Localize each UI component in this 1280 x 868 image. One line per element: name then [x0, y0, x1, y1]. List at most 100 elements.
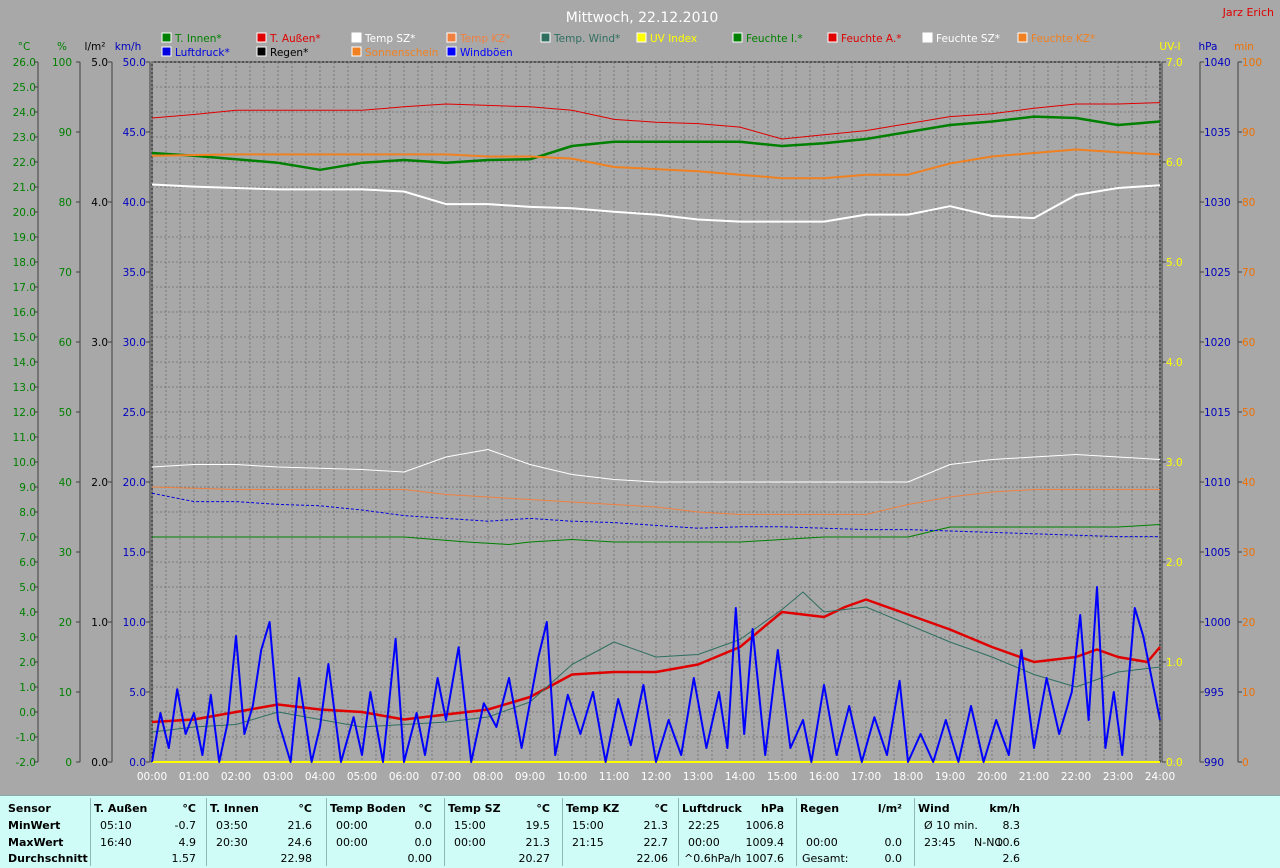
- wind-tick-label: 45.0: [123, 127, 146, 139]
- summary-max-time: 23:45: [924, 836, 956, 849]
- sunshine-tick-label: 30: [1242, 547, 1255, 559]
- x-tick-label: 07:00: [431, 771, 461, 783]
- summary-title: Wind: [918, 802, 950, 815]
- summary-separator: [326, 798, 327, 866]
- summary-separator: [914, 798, 915, 866]
- summary-max-time: 21:15: [572, 836, 604, 849]
- uv-tick-label: 2.0: [1166, 557, 1183, 569]
- uv-tick-label: 3.0: [1166, 457, 1183, 469]
- legend-swatch: [732, 32, 743, 43]
- summary-group: Temp Boden °C 00:00 0.0 00:00 0.0 0.00: [328, 796, 442, 868]
- temp-tick-label: 21.0: [13, 182, 36, 194]
- x-tick-label: 24:00: [1145, 771, 1175, 783]
- uv-tick-label: 6.0: [1166, 157, 1183, 169]
- chart-legend: T. Innen* T. Außen* Temp SZ* Temp KZ* Temp. …: [161, 32, 1095, 59]
- legend-label: Regen*: [270, 47, 308, 59]
- summary-min-time: 05:10: [100, 819, 132, 832]
- x-tick-label: 19:00: [935, 771, 965, 783]
- x-tick-label: 05:00: [347, 771, 377, 783]
- temp-tick-label: 16.0: [13, 307, 36, 319]
- temp-tick-label: 18.0: [13, 257, 36, 269]
- humidity-tick-label: 60: [59, 337, 72, 349]
- summary-avg-value: 0.00: [407, 852, 433, 865]
- humidity-tick-label: 90: [59, 127, 72, 139]
- wind-tick-label: 30.0: [123, 337, 146, 349]
- summary-title: T. Innen: [210, 802, 259, 815]
- summary-unit: l/m²: [877, 802, 902, 815]
- uv-axis-unit: UV-I: [1159, 41, 1180, 53]
- rain-tick-label: 1.0: [91, 617, 108, 629]
- legend-label: Sonnenschein: [365, 47, 438, 59]
- summary-avg-value: 22.98: [280, 852, 313, 865]
- summary-unit: hPa: [760, 802, 784, 815]
- legend-label: Feuchte I.*: [746, 33, 803, 45]
- x-tick-label: 15:00: [767, 771, 797, 783]
- pressure-tick-label: 1020: [1204, 337, 1231, 349]
- legend-swatch: [1017, 32, 1028, 43]
- summary-min-value: -0.7: [174, 819, 196, 832]
- temp-tick-label: 23.0: [13, 132, 36, 144]
- temp-tick-label: 12.0: [13, 407, 36, 419]
- summary-label-avg: Durchschnitt: [8, 852, 88, 865]
- pressure-axis-unit: hPa: [1199, 41, 1218, 53]
- summary-max-time: 00:00: [454, 836, 486, 849]
- wind-tick-label: 50.0: [123, 57, 146, 69]
- summary-unit: °C: [298, 802, 312, 815]
- temp-tick-label: 13.0: [13, 382, 36, 394]
- temp-tick-label: 9.0: [19, 482, 36, 494]
- temp-tick-label: 2.0: [19, 657, 36, 669]
- sunshine-tick-label: 80: [1242, 197, 1255, 209]
- legend-swatch: [636, 32, 647, 43]
- summary-separator: [90, 798, 91, 866]
- summary-unit: °C: [536, 802, 550, 815]
- legend-label: Feuchte A.*: [841, 33, 902, 45]
- summary-max-value: 4.9: [178, 836, 197, 849]
- sunshine-tick-label: 20: [1242, 617, 1255, 629]
- pressure-tick-label: 1035: [1204, 127, 1231, 139]
- pressure-tick-label: 1000: [1204, 617, 1231, 629]
- x-tick-label: 06:00: [389, 771, 419, 783]
- x-tick-label: 10:00: [557, 771, 587, 783]
- summary-title: T. Außen: [94, 802, 148, 815]
- humidity-tick-label: 40: [59, 477, 72, 489]
- summary-max-time: 16:40: [100, 836, 132, 849]
- legend-swatch: [256, 32, 267, 43]
- summary-min-time: 00:00: [336, 819, 368, 832]
- x-tick-label: 21:00: [1019, 771, 1049, 783]
- summary-separator: [796, 798, 797, 866]
- humidity-tick-label: 20: [59, 617, 72, 629]
- sunshine-axis-unit: min: [1234, 41, 1254, 53]
- pressure-tick-label: 1025: [1204, 267, 1231, 279]
- summary-unit: °C: [182, 802, 196, 815]
- summary-max-value: 21.3: [525, 836, 551, 849]
- sunshine-tick-label: 40: [1242, 477, 1255, 489]
- summary-group: T. Innen °C 03:50 21.6 20:30 24.6 22.98: [208, 796, 322, 868]
- summary-title: Regen: [800, 802, 840, 815]
- chart-title: Mittwoch, 22.12.2010: [566, 10, 719, 26]
- summary-avg-value: 2.6: [1002, 852, 1021, 865]
- summary-labels: Sensor MinWert MaxWert Durchschnitt: [8, 796, 92, 868]
- temp-tick-label: -1.0: [16, 732, 37, 744]
- x-tick-label: 16:00: [809, 771, 839, 783]
- legend-swatch: [446, 32, 457, 43]
- legend-label: Feuchte KZ*: [1031, 33, 1095, 45]
- legend-swatch: [256, 46, 267, 57]
- summary-min-value: 21.6: [287, 819, 313, 832]
- uv-tick-label: 4.0: [1166, 357, 1183, 369]
- legend-swatch: [161, 46, 172, 57]
- legend-label: T. Innen*: [174, 33, 222, 45]
- summary-avg-value: 1007.6: [745, 852, 785, 865]
- legend-swatch: [351, 32, 362, 43]
- humidity-tick-label: 80: [59, 197, 72, 209]
- rain-tick-label: 2.0: [91, 477, 108, 489]
- x-tick-label: 13:00: [683, 771, 713, 783]
- summary-min-time: 22:25: [688, 819, 720, 832]
- summary-title: Temp Boden: [330, 802, 406, 815]
- weather-chart: Mittwoch, 22.12.2010 Jarz Erich T. Innen…: [13, 6, 1274, 783]
- temp-tick-label: 15.0: [13, 332, 36, 344]
- temp-tick-label: 20.0: [13, 207, 36, 219]
- temp-tick-label: 24.0: [13, 107, 36, 119]
- legend-label: Windböen: [460, 47, 513, 59]
- uv-tick-label: 5.0: [1166, 257, 1183, 269]
- legend-swatch: [827, 32, 838, 43]
